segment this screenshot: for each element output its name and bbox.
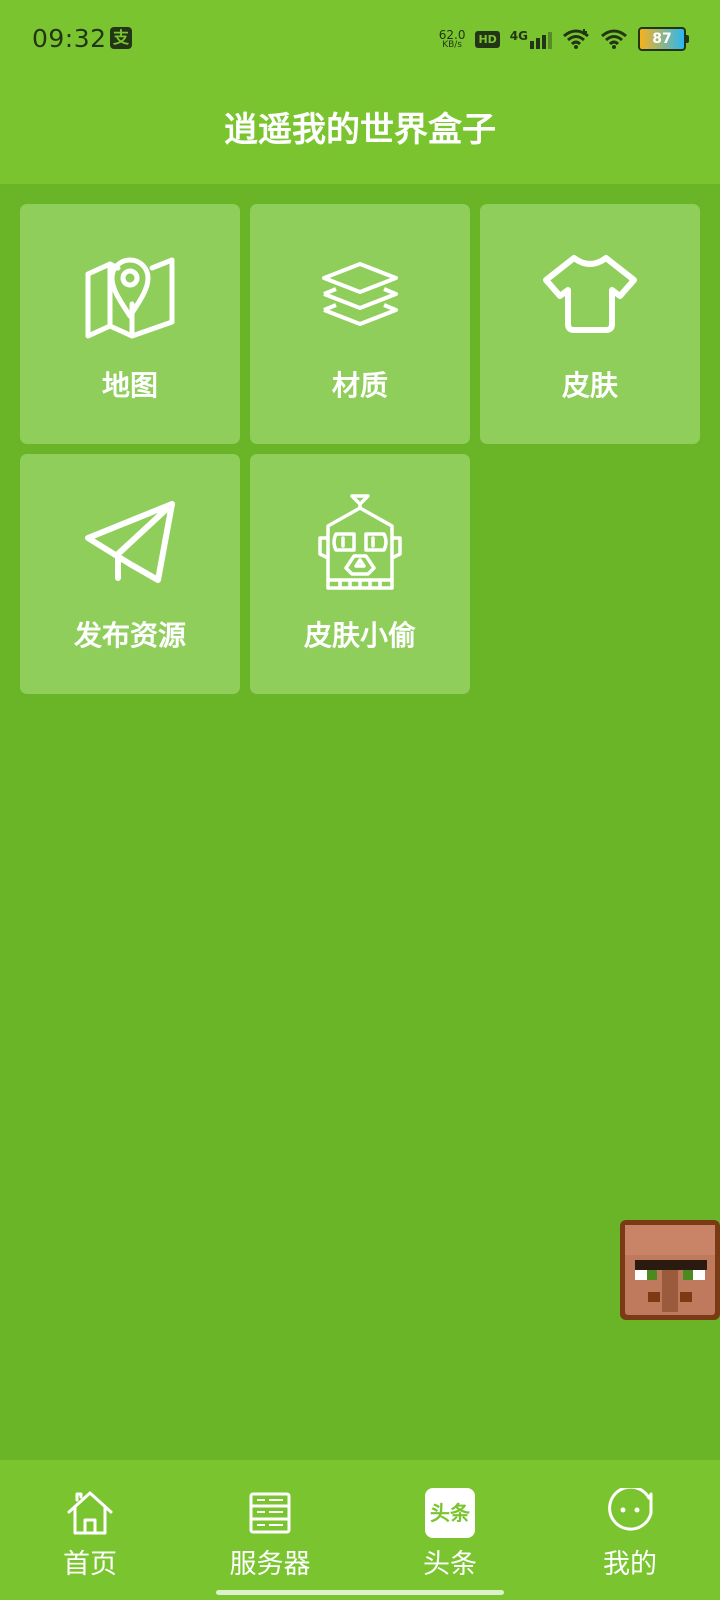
tile-label: 地图 [101,369,158,402]
tile-publish-resource[interactable]: 发布资源 [20,454,240,694]
nav-item-headlines[interactable]: 头条 头条 [360,1460,540,1590]
cellular-signal-icon: 4G [510,29,552,49]
alipay-notification-icon: 支 [110,27,132,49]
status-indicators: 62.0 KB/s HD 4G 87 [439,24,689,54]
tile-label: 材质 [331,369,388,402]
robot-icon [310,494,410,594]
bottom-nav: 首页 服务器 头条 头条 我的 [0,1460,720,1600]
nav-label: 我的 [603,1549,657,1580]
tile-skin-stealer[interactable]: 皮肤小偷 [250,454,470,694]
wifi-icon [601,29,627,49]
nav-label: 首页 [63,1549,117,1580]
villager-float-button[interactable] [620,1220,720,1320]
network-speed-value: 62.0 [438,27,466,42]
toutiao-badge: 头条 [425,1488,475,1538]
nav-item-server[interactable]: 服务器 [180,1460,360,1590]
villager-head-icon [620,1220,720,1320]
tile-label: 皮肤小偷 [303,619,416,652]
home-indicator[interactable] [216,1590,504,1595]
tile-map[interactable]: 地图 [20,204,240,444]
status-time: 09:32 [32,24,107,53]
signal-bars-icon [530,32,552,49]
page-title: 逍遥我的世界盒子 [224,110,496,150]
paper-plane-icon [80,494,180,594]
nav-item-home[interactable]: 首页 [0,1460,180,1590]
nav-label: 服务器 [229,1549,311,1580]
wifi-calling-icon [563,29,589,49]
server-icon [245,1488,295,1538]
tile-texture[interactable]: 材质 [250,204,470,444]
network-type-label: 4G [509,29,528,43]
network-speed: 62.0 KB/s [439,29,466,50]
nav-label: 头条 [423,1549,477,1580]
status-bar: 09:32 支 62.0 KB/s HD 4G 87 [0,0,720,80]
tile-skin[interactable]: 皮肤 [480,204,700,444]
network-speed-unit: KB/s [442,39,462,50]
map-pin-icon [80,244,180,344]
tile-label: 皮肤 [561,369,618,402]
profile-face-icon [605,1488,655,1538]
home-icon [65,1488,115,1538]
nav-item-profile[interactable]: 我的 [540,1460,720,1590]
tshirt-icon [540,244,640,344]
tile-label: 发布资源 [73,619,186,652]
app-header: 逍遥我的世界盒子 [0,80,720,184]
hd-icon: HD [475,30,500,48]
battery-icon: 87 [638,27,689,51]
layers-icon [310,244,410,344]
toutiao-icon: 头条 [425,1488,475,1538]
